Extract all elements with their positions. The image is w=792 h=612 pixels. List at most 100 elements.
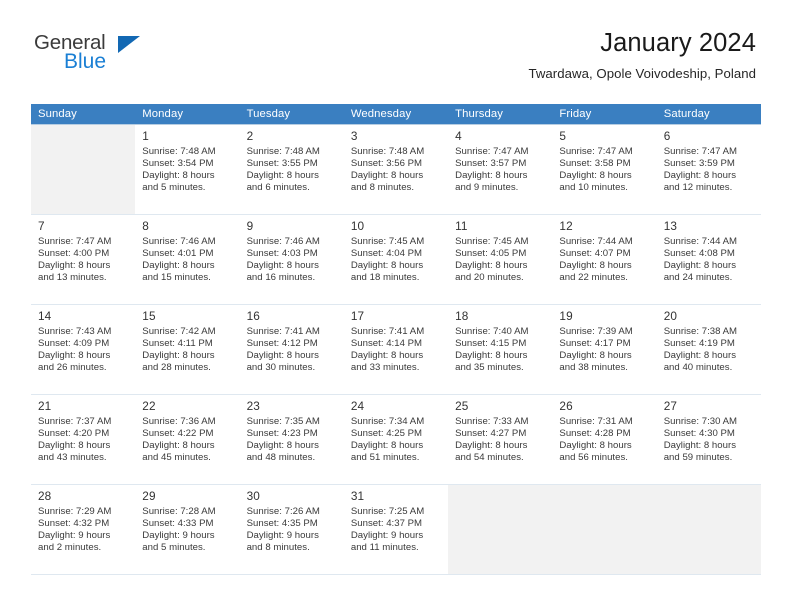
calendar-cell-day[interactable]: 18 Sunrise: 7:40 AM Sunset: 4:15 PM Dayligh… [448,304,553,395]
calendar-cell-day[interactable]: 7 Sunrise: 7:47 AM Sunset: 4:00 PM Daylight… [31,214,136,305]
calendar-cell-content: 6 Sunrise: 7:47 AM Sunset: 3:59 PM Daylight… [657,125,761,214]
calendar-header-row: Sunday Monday Tuesday Wednesday Thursday… [31,104,761,125]
sunrise-text: Sunrise: 7:46 AM [142,236,216,247]
sunrise-text: Sunrise: 7:38 AM [663,326,738,337]
day-number: 14 [38,309,52,323]
daylight-text-line2: and 40 minutes. [663,362,733,374]
calendar-cell-day[interactable]: 29 Sunrise: 7:28 AM Sunset: 4:33 PM Dayligh… [135,484,240,575]
sunset-text: Sunset: 3:58 PM [559,158,631,170]
calendar-cell-day[interactable]: 9 Sunrise: 7:46 AM Sunset: 4:03 PM Daylight… [239,214,344,305]
day-number: 19 [559,309,573,323]
daylight-text-line2: and 24 minutes. [663,272,733,284]
calendar-cell-day[interactable]: 24 Sunrise: 7:34 AM Sunset: 4:25 PM Dayligh… [343,394,449,485]
sunset-text: Sunset: 4:08 PM [663,248,735,260]
day-number: 26 [559,399,573,413]
day-number: 11 [455,219,468,233]
day-number: 9 [246,219,254,233]
sunset-text: Sunset: 4:19 PM [663,338,735,350]
calendar-cell-content: 27 Sunrise: 7:30 AM Sunset: 4:30 PM Dayligh… [657,395,761,484]
calendar-cell-content: 1 Sunrise: 7:48 AM Sunset: 3:54 PM Daylight… [135,125,239,214]
day-number: 30 [246,489,260,503]
day-number: 2 [246,129,254,143]
daylight-text-line2: and 16 minutes. [246,272,316,284]
calendar-cell-day[interactable]: 20 Sunrise: 7:38 AM Sunset: 4:19 PM Dayligh… [656,304,761,395]
sun-info: Sunrise: 7:47 AM Sunset: 4:00 PM Daylight:… [38,236,129,285]
calendar-cell-day[interactable]: 26 Sunrise: 7:31 AM Sunset: 4:28 PM Dayligh… [552,394,657,485]
calendar-week-row: 14 Sunrise: 7:43 AM Sunset: 4:09 PM Dayligh… [31,304,761,395]
calendar-cell-content: 18 Sunrise: 7:40 AM Sunset: 4:15 PM Dayligh… [448,305,552,394]
calendar-cell-day[interactable]: 3 Sunrise: 7:48 AM Sunset: 3:56 PM Daylight… [343,124,449,215]
calendar-cell-day[interactable]: 2 Sunrise: 7:48 AM Sunset: 3:55 PM Daylight… [239,124,344,215]
sun-info: Sunrise: 7:38 AM Sunset: 4:19 PM Daylight:… [664,326,755,375]
calendar-cell-day[interactable]: 28 Sunrise: 7:29 AM Sunset: 4:32 PM Dayligh… [31,484,136,575]
calendar-cell-day[interactable]: 23 Sunrise: 7:35 AM Sunset: 4:23 PM Dayligh… [239,394,344,485]
daylight-text-line2: and 33 minutes. [350,362,420,374]
calendar-cell-day[interactable]: 11 Sunrise: 7:45 AM Sunset: 4:05 PM Dayligh… [448,214,553,305]
sunrise-text: Sunrise: 7:36 AM [142,416,216,427]
sun-info: Sunrise: 7:30 AM Sunset: 4:30 PM Daylight:… [664,416,755,465]
calendar-cell-day[interactable]: 25 Sunrise: 7:33 AM Sunset: 4:27 PM Dayligh… [448,394,553,485]
calendar-cell-content: 12 Sunrise: 7:44 AM Sunset: 4:07 PM Dayligh… [552,215,656,304]
daylight-text-line2: and 9 minutes. [455,182,519,194]
sun-info: Sunrise: 7:42 AM Sunset: 4:11 PM Daylight:… [142,326,233,375]
calendar-cell-day[interactable]: 30 Sunrise: 7:26 AM Sunset: 4:35 PM Dayligh… [239,484,344,575]
calendar-cell-content [31,125,135,214]
calendar-cell-content: 16 Sunrise: 7:41 AM Sunset: 4:12 PM Dayligh… [240,305,344,394]
day-number: 31 [350,489,365,503]
calendar-cell-day[interactable]: 15 Sunrise: 7:42 AM Sunset: 4:11 PM Dayligh… [135,304,240,395]
daylight-text-line2: and 11 minutes. [350,542,419,554]
calendar-cell-content: 22 Sunrise: 7:36 AM Sunset: 4:22 PM Dayligh… [135,395,239,484]
daylight-text-line1: Daylight: 8 hours [142,350,215,362]
page-subtitle: Twardawa, Opole Voivodeship, Poland [528,66,756,81]
sunrise-text: Sunrise: 7:26 AM [246,506,320,517]
calendar-cell-day[interactable]: 12 Sunrise: 7:44 AM Sunset: 4:07 PM Dayligh… [552,214,657,305]
calendar-cell-day[interactable]: 5 Sunrise: 7:47 AM Sunset: 3:58 PM Daylight… [552,124,657,215]
calendar-cell-day[interactable]: 21 Sunrise: 7:37 AM Sunset: 4:20 PM Dayligh… [31,394,136,485]
daylight-text-line1: Daylight: 8 hours [455,260,528,272]
brand-name-blue: Blue [64,50,107,73]
calendar-cell-content: 23 Sunrise: 7:35 AM Sunset: 4:23 PM Dayligh… [240,395,344,484]
daylight-text-line1: Daylight: 8 hours [455,350,528,362]
daylight-text-line1: Daylight: 9 hours [350,530,424,542]
calendar-cell-day[interactable]: 31 Sunrise: 7:25 AM Sunset: 4:37 PM Dayligh… [343,484,449,575]
daylight-text-line2: and 54 minutes. [455,452,524,464]
calendar-cell-day[interactable]: 4 Sunrise: 7:47 AM Sunset: 3:57 PM Daylight… [448,124,553,215]
calendar-cell-day[interactable]: 14 Sunrise: 7:43 AM Sunset: 4:09 PM Dayligh… [31,304,136,395]
calendar-cell-day[interactable]: 8 Sunrise: 7:46 AM Sunset: 4:01 PM Daylight… [135,214,240,305]
sun-info: Sunrise: 7:47 AM Sunset: 3:58 PM Daylight:… [559,146,650,195]
daylight-text-line2: and 8 minutes. [246,542,310,554]
day-number: 20 [663,309,678,323]
sun-info: Sunrise: 7:47 AM Sunset: 3:57 PM Daylight:… [455,146,546,195]
daylight-text-line2: and 35 minutes. [455,362,524,374]
calendar-cell-day[interactable]: 16 Sunrise: 7:41 AM Sunset: 4:12 PM Dayligh… [239,304,344,395]
sunrise-text: Sunrise: 7:48 AM [246,146,320,157]
calendar-cell-day[interactable]: 6 Sunrise: 7:47 AM Sunset: 3:59 PM Daylight… [656,124,761,215]
sunrise-text: Sunrise: 7:35 AM [246,416,320,427]
calendar-cell-day[interactable]: 17 Sunrise: 7:41 AM Sunset: 4:14 PM Dayligh… [343,304,449,395]
calendar-cell-content: 8 Sunrise: 7:46 AM Sunset: 4:01 PM Daylight… [135,215,239,304]
calendar-week-row: 1 Sunrise: 7:48 AM Sunset: 3:54 PM Daylight… [31,124,761,215]
calendar-cell-day[interactable]: 13 Sunrise: 7:44 AM Sunset: 4:08 PM Dayligh… [656,214,761,305]
day-number: 5 [559,129,567,143]
sunset-text: Sunset: 3:56 PM [350,158,423,170]
daylight-text-line2: and 15 minutes. [142,272,211,284]
calendar-cell-day[interactable]: 22 Sunrise: 7:36 AM Sunset: 4:22 PM Dayligh… [135,394,240,485]
sun-info: Sunrise: 7:31 AM Sunset: 4:28 PM Daylight:… [559,416,650,465]
brand-logo[interactable]: General Blue [34,32,214,87]
daylight-text-line2: and 48 minutes. [246,452,316,464]
daylight-text-line1: Daylight: 8 hours [663,170,737,182]
daylight-text-line1: Daylight: 8 hours [38,260,111,272]
calendar-cell-day[interactable]: 19 Sunrise: 7:39 AM Sunset: 4:17 PM Dayligh… [552,304,657,395]
daylight-text-line1: Daylight: 8 hours [38,440,111,452]
calendar-cell-empty [31,124,136,215]
calendar-cell-day[interactable]: 10 Sunrise: 7:45 AM Sunset: 4:04 PM Dayligh… [343,214,449,305]
daylight-text-line2: and 5 minutes. [142,542,206,554]
calendar-cell-content: 14 Sunrise: 7:43 AM Sunset: 4:09 PM Dayligh… [31,305,135,394]
day-number: 12 [559,219,573,233]
sunset-text: Sunset: 4:33 PM [142,518,214,530]
calendar-cell-day[interactable]: 27 Sunrise: 7:30 AM Sunset: 4:30 PM Dayligh… [656,394,761,485]
daylight-text-line1: Daylight: 8 hours [663,260,737,272]
daylight-text-line2: and 56 minutes. [559,452,628,464]
sun-info: Sunrise: 7:36 AM Sunset: 4:22 PM Daylight:… [142,416,233,465]
calendar-cell-day[interactable]: 1 Sunrise: 7:48 AM Sunset: 3:54 PM Daylight… [135,124,240,215]
